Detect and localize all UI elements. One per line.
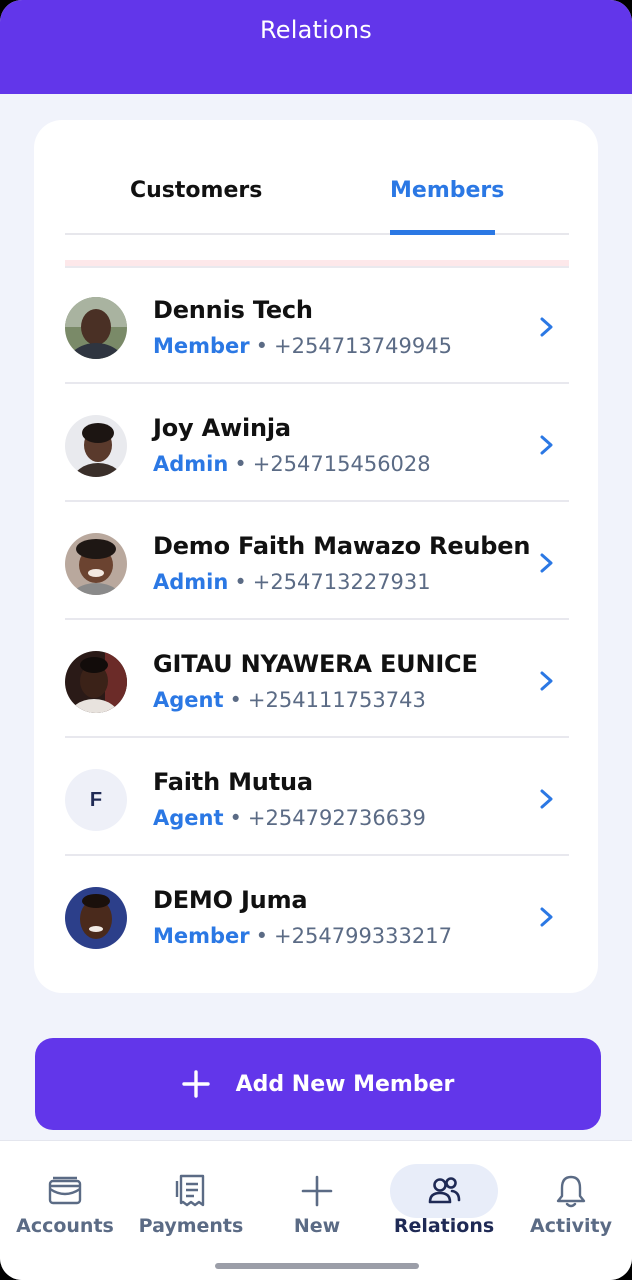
- member-row-demo-faith-mawazo-reuben[interactable]: Demo Faith Mawazo Reuben Admin • +25471322…: [65, 502, 569, 620]
- avatar: [65, 887, 127, 949]
- member-role: Agent: [153, 806, 224, 830]
- nav-new[interactable]: New: [254, 1163, 380, 1255]
- member-role: Member: [153, 334, 250, 358]
- member-name: DEMO Juma: [153, 886, 308, 914]
- member-meta: Member • +254799333217: [153, 924, 452, 948]
- chevron-right-icon: [540, 553, 553, 573]
- member-row-joy-awinja[interactable]: Joy Awinja Admin • +254715456028: [65, 384, 569, 502]
- nav-accounts[interactable]: Accounts: [2, 1163, 128, 1255]
- nav-relations[interactable]: Relations: [381, 1163, 507, 1255]
- tab-customers[interactable]: Customers: [130, 178, 262, 203]
- member-meta: Admin • +254715456028: [153, 452, 431, 476]
- nav-label: Accounts: [16, 1215, 114, 1237]
- member-row-dennis-tech[interactable]: Dennis Tech Member • +254713749945: [65, 266, 569, 384]
- member-role: Admin: [153, 452, 229, 476]
- nav-activity[interactable]: Activity: [508, 1163, 632, 1255]
- plus-icon: [301, 1175, 333, 1207]
- chevron-right-icon: [540, 317, 553, 337]
- add-new-member-button[interactable]: Add New Member: [35, 1038, 601, 1130]
- chevron-right-icon: [540, 671, 553, 691]
- page-title: Relations: [259, 16, 372, 44]
- avatar: [65, 651, 127, 713]
- separator-dot: •: [255, 334, 269, 358]
- member-meta: Agent • +254111753743: [153, 688, 426, 712]
- avatar: [65, 297, 127, 359]
- avatar-initial: F: [65, 769, 127, 831]
- add-new-member-label: Add New Member: [235, 1071, 455, 1097]
- member-meta: Member • +254713749945: [153, 334, 452, 358]
- relations-card: Customers Members Dennis Tech Member • +…: [34, 120, 598, 993]
- nav-label: Activity: [530, 1215, 612, 1237]
- member-role: Admin: [153, 570, 229, 594]
- member-name: Demo Faith Mawazo Reuben: [153, 532, 531, 560]
- separator-dot: •: [234, 452, 247, 476]
- app-screen: Relations Customers Members Dennis Tech …: [0, 0, 632, 1280]
- member-phone: +254799333217: [274, 924, 452, 948]
- receipt-icon: [175, 1174, 205, 1207]
- home-indicator[interactable]: [215, 1263, 419, 1269]
- bell-icon: [556, 1175, 586, 1208]
- app-header: Relations: [0, 0, 632, 94]
- member-row-demo-juma[interactable]: DEMO Juma Member • +254799333217: [65, 856, 569, 974]
- wallet-icon: [48, 1176, 82, 1205]
- member-list: Dennis Tech Member • +254713749945 Joy Awi…: [65, 266, 569, 974]
- separator-dot: •: [229, 806, 242, 830]
- member-row-gitau-nyawera-eunice[interactable]: GITAU NYAWERA EUNICE Agent • +254111753743: [65, 620, 569, 738]
- member-phone: +254713227931: [252, 570, 431, 594]
- member-phone: +254111753743: [247, 688, 426, 712]
- member-role: Member: [153, 924, 250, 948]
- member-phone: +254713749945: [274, 334, 452, 358]
- chevron-right-icon: [540, 789, 553, 809]
- member-name: Faith Mutua: [153, 768, 313, 796]
- tab-bar: Customers Members: [65, 160, 569, 235]
- nav-label: Relations: [393, 1215, 495, 1237]
- separator-dot: •: [229, 688, 242, 712]
- separator-dot: •: [255, 924, 269, 948]
- avatar: [65, 415, 127, 477]
- member-name: Joy Awinja: [153, 414, 291, 442]
- chevron-right-icon: [540, 435, 553, 455]
- member-name: Dennis Tech: [153, 296, 313, 324]
- chevron-right-icon: [540, 907, 553, 927]
- users-icon: [428, 1177, 461, 1204]
- nav-payments[interactable]: Payments: [128, 1163, 254, 1255]
- member-phone: +254715456028: [252, 452, 431, 476]
- nav-label: New: [293, 1215, 341, 1237]
- active-tab-indicator: [390, 230, 495, 235]
- member-role: Agent: [153, 688, 224, 712]
- member-phone: +254792736639: [247, 806, 426, 830]
- member-name: GITAU NYAWERA EUNICE: [153, 650, 478, 678]
- bottom-navigation: Accounts Payments New Relations Activity: [0, 1140, 632, 1280]
- tab-members[interactable]: Members: [390, 178, 504, 203]
- plus-icon: [181, 1070, 210, 1098]
- member-meta: Admin • +254713227931: [153, 570, 431, 594]
- avatar: [65, 533, 127, 595]
- member-row-faith-mutua[interactable]: F Faith Mutua Agent • +254792736639: [65, 738, 569, 856]
- member-meta: Agent • +254792736639: [153, 806, 426, 830]
- nav-label: Payments: [138, 1215, 244, 1237]
- separator-dot: •: [234, 570, 247, 594]
